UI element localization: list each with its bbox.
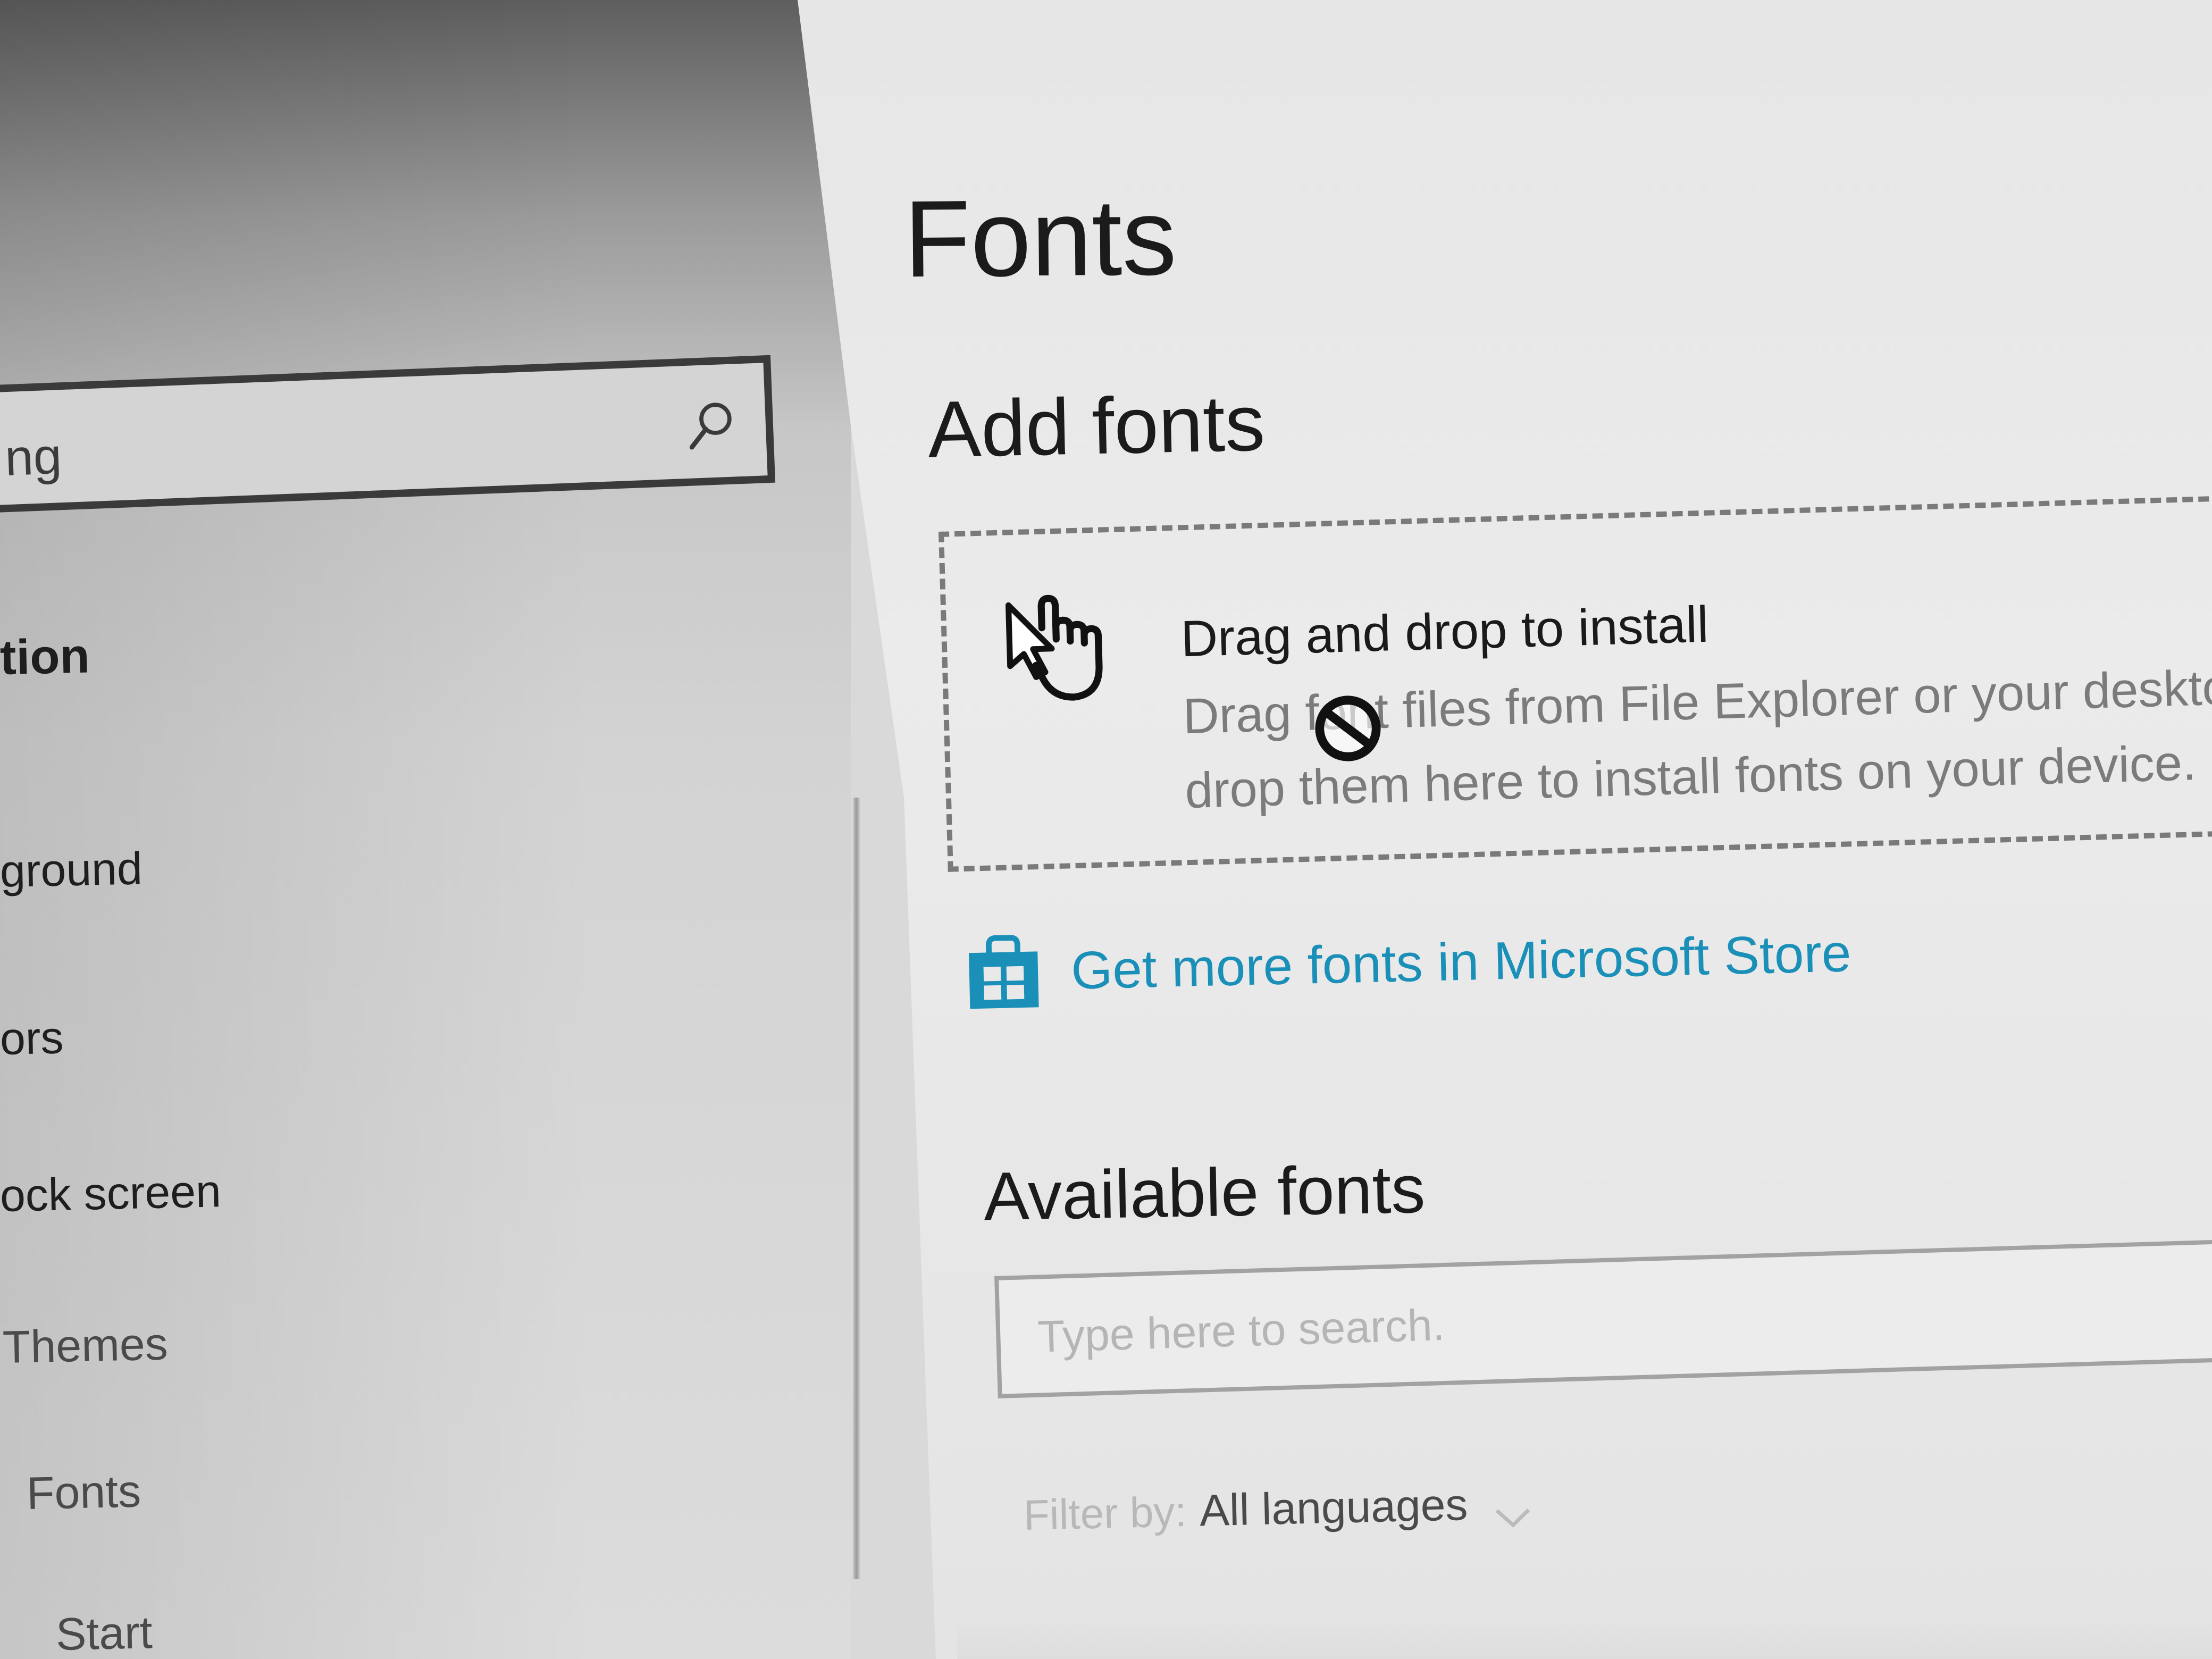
available-fonts-heading: Available fonts bbox=[983, 1151, 1426, 1235]
sidebar-item-fonts[interactable]: Fonts bbox=[26, 1465, 141, 1520]
sidebar-item-colors[interactable]: ors bbox=[0, 1012, 64, 1066]
drop-zone-title: Drag and drop to install bbox=[1180, 596, 1710, 668]
page-title: Fonts bbox=[903, 175, 1177, 300]
screen-glare bbox=[0, 0, 851, 1659]
sidebar-item-start[interactable]: Start bbox=[55, 1606, 153, 1659]
filter-value[interactable]: All languages bbox=[1199, 1479, 1468, 1535]
chevron-down-icon[interactable] bbox=[1492, 1500, 1535, 1533]
search-input-value[interactable]: ng bbox=[4, 427, 63, 488]
language-filter[interactable]: Filter by: All languages bbox=[1023, 1477, 1535, 1544]
store-bag-icon bbox=[969, 935, 1039, 1009]
font-search-placeholder: Type here to search. bbox=[1037, 1299, 1446, 1362]
navigation-pane: ng tion ground ors ock screen Themes Fon… bbox=[0, 0, 851, 1659]
settings-window: ng tion ground ors ock screen Themes Fon… bbox=[0, 0, 2212, 1659]
font-drop-zone[interactable]: Drag and drop to install Drag font files… bbox=[939, 493, 2212, 872]
store-link-label[interactable]: Get more fonts in Microsoft Store bbox=[1070, 923, 1851, 1001]
pane-divider bbox=[853, 798, 860, 1579]
font-list-preview-edge bbox=[957, 1616, 2212, 1659]
hand-pointer-icon bbox=[1006, 594, 1103, 701]
add-fonts-heading: Add fonts bbox=[927, 378, 1266, 474]
no-drop-icon bbox=[1315, 696, 1381, 761]
filter-label: Filter by: bbox=[1023, 1488, 1187, 1539]
sidebar-item-lock-screen[interactable]: ock screen bbox=[0, 1165, 222, 1222]
sidebar-section-personalization: tion bbox=[0, 629, 90, 685]
sidebar-item-themes[interactable]: Themes bbox=[2, 1318, 169, 1374]
search-icon[interactable] bbox=[680, 396, 740, 456]
sidebar-item-background[interactable]: ground bbox=[0, 842, 143, 898]
